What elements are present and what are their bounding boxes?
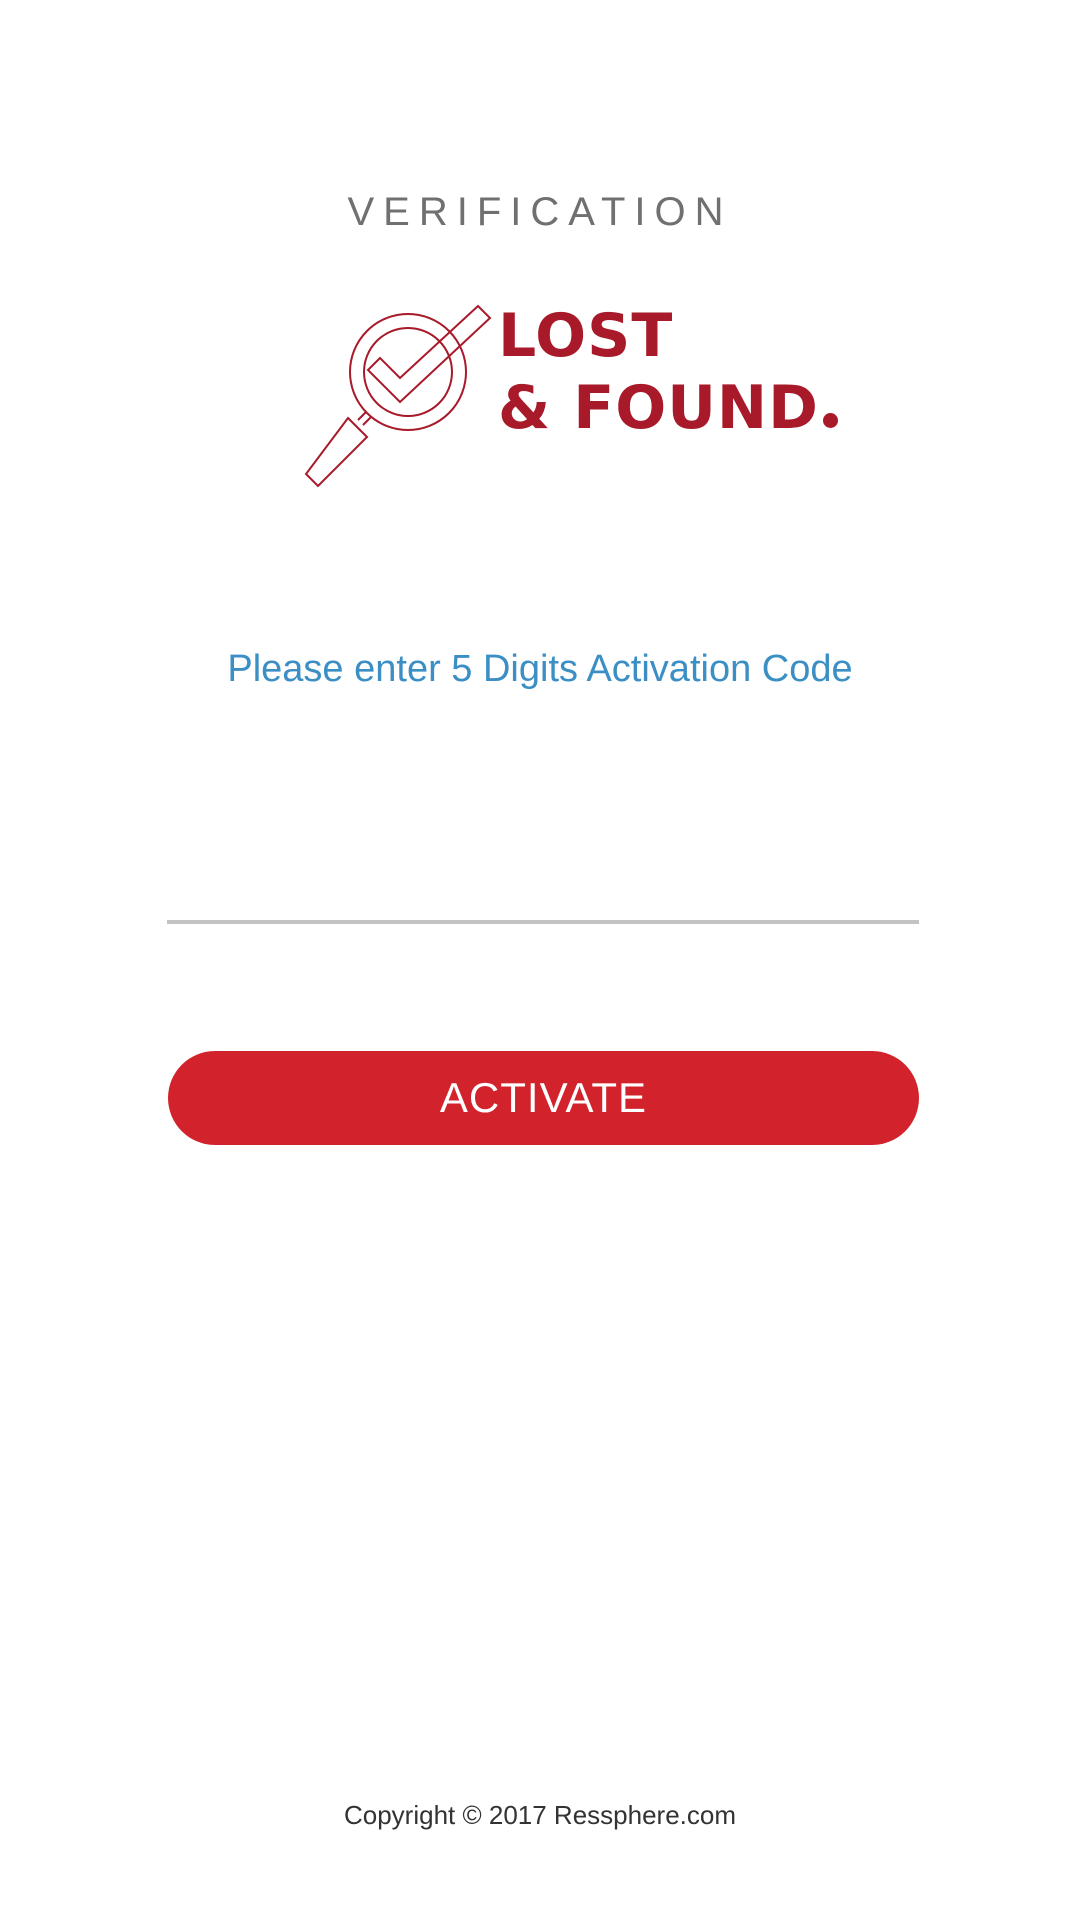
logo-line-2: & FOUND (498, 372, 838, 444)
activation-prompt: Please enter 5 Digits Activation Code (227, 648, 853, 690)
page-title: VERIFICATION (347, 190, 733, 234)
magnifier-check-icon (304, 304, 492, 488)
logo-line-2-text: & FOUND (498, 373, 819, 443)
activation-code-input[interactable] (167, 840, 919, 924)
activate-button[interactable]: ACTIVATE (168, 1051, 919, 1145)
copyright-text: Copyright © 2017 Ressphere.com (343, 1800, 737, 1830)
logo-dot (822, 413, 838, 428)
logo-wordmark: LOST & FOUND (498, 300, 838, 444)
lost-and-found-logo: LOST & FOUND (300, 300, 838, 490)
logo-line-1: LOST (498, 301, 674, 371)
